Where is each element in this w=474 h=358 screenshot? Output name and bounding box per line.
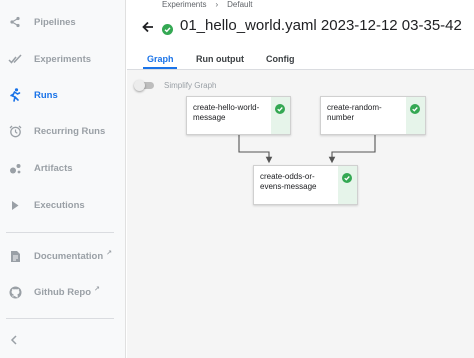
graph-node-create-random-number[interactable]: create-random- number [320, 96, 426, 135]
external-link-icon: ↗ [106, 250, 113, 258]
sidebar: Pipelines Experiments Runs Recurring Run… [0, 0, 126, 358]
pipelines-icon [8, 15, 22, 29]
sidebar-link-documentation[interactable]: Documentation ↗ [0, 241, 125, 271]
sidebar-link-label: Documentation [34, 251, 104, 263]
node-status [338, 166, 357, 204]
breadcrumb-default[interactable]: Default [227, 0, 252, 9]
sidebar-item-artifacts[interactable]: Artifacts [0, 153, 125, 183]
document-icon [8, 249, 22, 263]
runs-icon [8, 88, 22, 102]
app-window: Pipelines Experiments Runs Recurring Run… [0, 0, 474, 358]
collapse-sidebar-button[interactable] [6, 333, 22, 349]
play-icon [8, 198, 22, 212]
tab-config[interactable]: Config [266, 54, 295, 64]
sidebar-item-label: Artifacts [34, 162, 73, 174]
artifacts-icon [8, 161, 22, 175]
back-button[interactable] [140, 19, 156, 35]
sidebar-link-label: Github Repo [34, 287, 91, 299]
breadcrumb-experiments[interactable]: Experiments [162, 0, 206, 9]
check-circle-icon [275, 101, 285, 114]
sidebar-item-runs[interactable]: Runs [0, 80, 125, 110]
graph-node-create-odds-or-evens-message[interactable]: create-odds-or- evens-message [253, 165, 358, 205]
sidebar-item-label: Experiments [34, 53, 92, 65]
active-tab-indicator [143, 67, 177, 69]
sidebar-link-text: Documentation ↗ [34, 249, 112, 262]
page-title: 01_hello_world.yaml 2023-12-12 03-35-42 [180, 17, 462, 34]
github-icon [8, 285, 22, 299]
simplify-graph-toggle[interactable] [134, 80, 156, 91]
node-status [406, 97, 425, 134]
experiments-icon [8, 52, 22, 66]
check-circle-icon [410, 101, 420, 114]
run-status-check-icon [162, 22, 173, 35]
sidebar-divider [6, 232, 114, 233]
sidebar-item-pipelines[interactable]: Pipelines [0, 7, 125, 37]
sidebar-divider [6, 318, 114, 319]
tab-run-output[interactable]: Run output [196, 54, 244, 64]
node-label: create-hello-world- message [193, 103, 260, 122]
breadcrumb-separator: › [215, 0, 219, 9]
sidebar-item-experiments[interactable]: Experiments [0, 44, 125, 74]
external-link-icon: ↗ [94, 286, 100, 294]
sidebar-item-label: Recurring Runs [34, 125, 106, 137]
tab-graph[interactable]: Graph [147, 54, 174, 64]
sidebar-item-recurring-runs[interactable]: Recurring Runs [0, 116, 125, 146]
tab-bar: Graph Run output Config [127, 45, 474, 70]
toggle-thumb [134, 80, 145, 91]
node-label: create-random- number [327, 103, 382, 122]
node-label: create-odds-or- evens-message [260, 172, 317, 191]
arrow-back-icon [140, 21, 156, 39]
sidebar-item-label: Runs [34, 89, 58, 101]
breadcrumb: Experiments › Default [162, 0, 253, 9]
sidebar-link-text: Github Repo ↗ [34, 285, 100, 298]
sidebar-link-github[interactable]: Github Repo ↗ [0, 277, 125, 307]
graph-node-create-hello-world-message[interactable]: create-hello-world- message [186, 96, 291, 135]
sidebar-item-label: Pipelines [34, 16, 76, 28]
sidebar-item-label: Executions [34, 199, 85, 211]
check-circle-icon [342, 170, 352, 183]
alarm-icon [8, 124, 22, 138]
sidebar-item-executions[interactable]: Executions [0, 190, 125, 220]
node-status [271, 97, 290, 134]
chevron-left-icon [10, 332, 18, 350]
simplify-graph-label: Simplify Graph [164, 81, 217, 90]
